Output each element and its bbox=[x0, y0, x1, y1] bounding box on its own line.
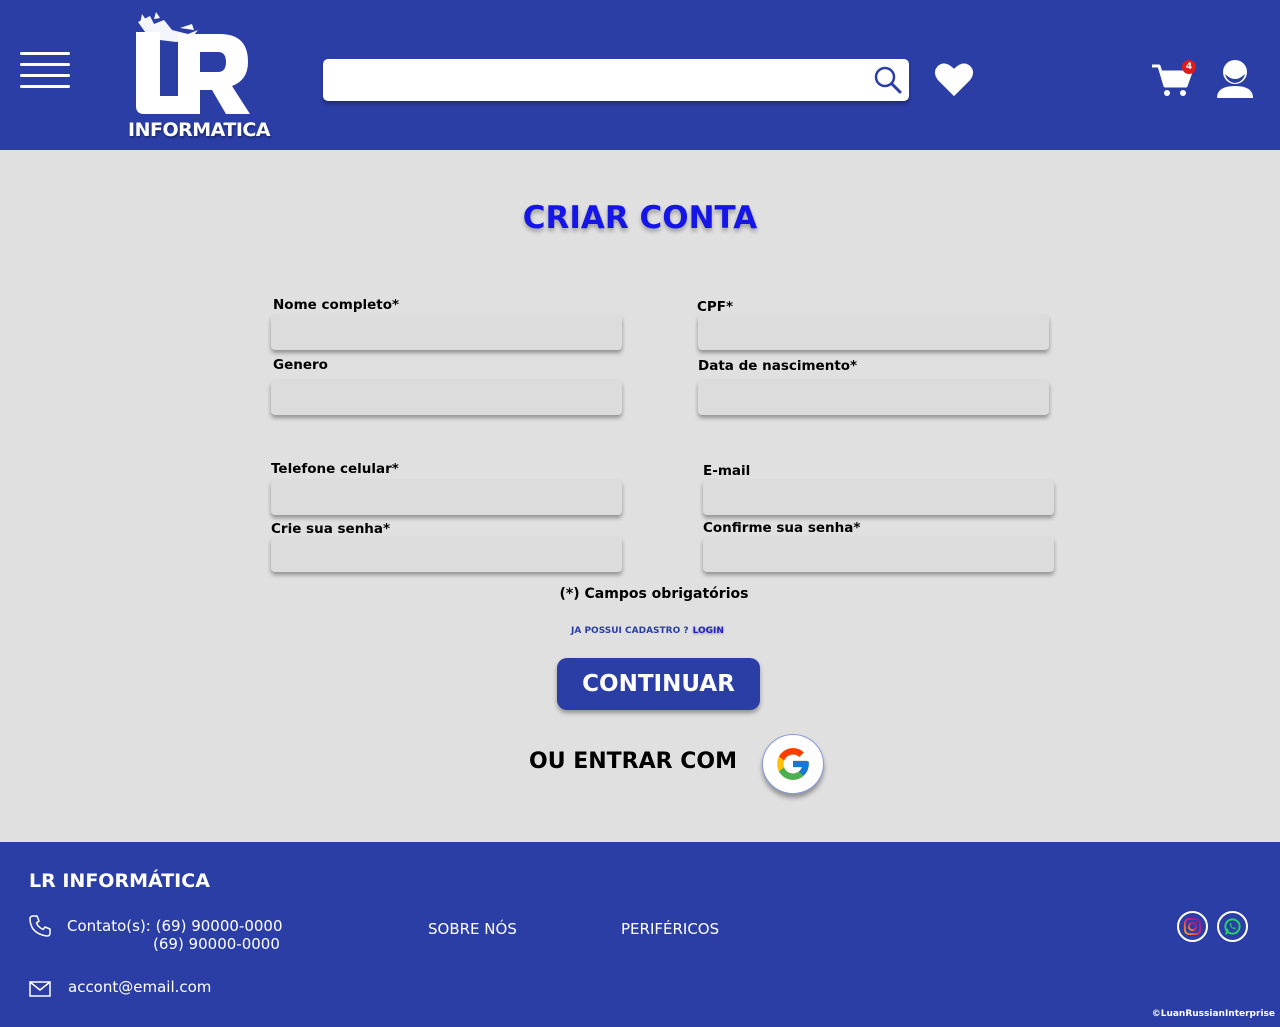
label-email: E-mail bbox=[703, 463, 751, 479]
telefone-input[interactable] bbox=[271, 480, 622, 515]
about-us-link[interactable]: SOBRE NÓS bbox=[428, 920, 517, 938]
confirma-senha-input[interactable] bbox=[703, 537, 1054, 572]
whatsapp-icon[interactable] bbox=[1217, 911, 1248, 942]
continue-button[interactable]: CONTINUAR bbox=[557, 658, 760, 710]
cpf-input[interactable] bbox=[698, 315, 1049, 350]
google-login-button[interactable] bbox=[762, 734, 824, 794]
required-fields-note: (*) Campos obrigatórios bbox=[559, 586, 749, 602]
page-title: CRIAR CONTA bbox=[522, 200, 758, 236]
footer-email[interactable]: accont@email.com bbox=[68, 978, 211, 996]
google-icon bbox=[777, 748, 809, 780]
or-login-with-text: OU ENTRAR COM bbox=[529, 749, 737, 774]
data-nascimento-input[interactable] bbox=[698, 380, 1049, 415]
footer-brand: LR INFORMÁTICA bbox=[29, 870, 210, 892]
contact-text: Contato(s): (69) 90000-0000 bbox=[67, 917, 283, 935]
search-input[interactable] bbox=[323, 59, 863, 101]
label-confirma-senha: Confirme sua senha* bbox=[703, 520, 861, 536]
login-prompt: JA POSSUI CADASTRO ? bbox=[571, 626, 689, 636]
label-genero: Genero bbox=[273, 357, 328, 373]
instagram-icon[interactable] bbox=[1177, 911, 1208, 942]
search-bar bbox=[323, 59, 909, 101]
label-telefone: Telefone celular* bbox=[271, 461, 399, 477]
footer: LR INFORMÁTICA Contato(s): (69) 90000-00… bbox=[0, 842, 1280, 1027]
nome-completo-input[interactable] bbox=[271, 315, 622, 350]
header: INFORMATICA 4 bbox=[0, 0, 1280, 150]
menu-icon[interactable] bbox=[20, 52, 70, 88]
label-cpf: CPF* bbox=[697, 299, 734, 315]
label-nome-completo: Nome completo* bbox=[273, 297, 400, 313]
peripherals-link[interactable]: PERIFÉRICOS bbox=[621, 920, 719, 938]
search-icon[interactable] bbox=[873, 65, 903, 95]
cart-count-badge: 4 bbox=[1182, 60, 1196, 74]
genero-input[interactable] bbox=[271, 380, 622, 415]
label-data-nascimento: Data de nascimento* bbox=[698, 358, 858, 374]
senha-input[interactable] bbox=[271, 537, 622, 572]
copyright-text: ©LuanRussianInterprise bbox=[1151, 1009, 1275, 1019]
phone-icon bbox=[29, 915, 51, 937]
heart-icon[interactable] bbox=[933, 62, 975, 98]
logo-text: INFORMATICA bbox=[128, 119, 271, 141]
login-link[interactable]: LOGIN bbox=[693, 626, 724, 636]
mail-icon bbox=[29, 981, 51, 997]
login-prompt-line: JA POSSUI CADASTRO ? LOGIN bbox=[571, 626, 724, 636]
user-icon[interactable] bbox=[1215, 58, 1255, 100]
contact-phone-2: (69) 90000-0000 bbox=[153, 935, 280, 953]
label-senha: Crie sua senha* bbox=[271, 521, 391, 537]
email-input[interactable] bbox=[703, 480, 1054, 515]
